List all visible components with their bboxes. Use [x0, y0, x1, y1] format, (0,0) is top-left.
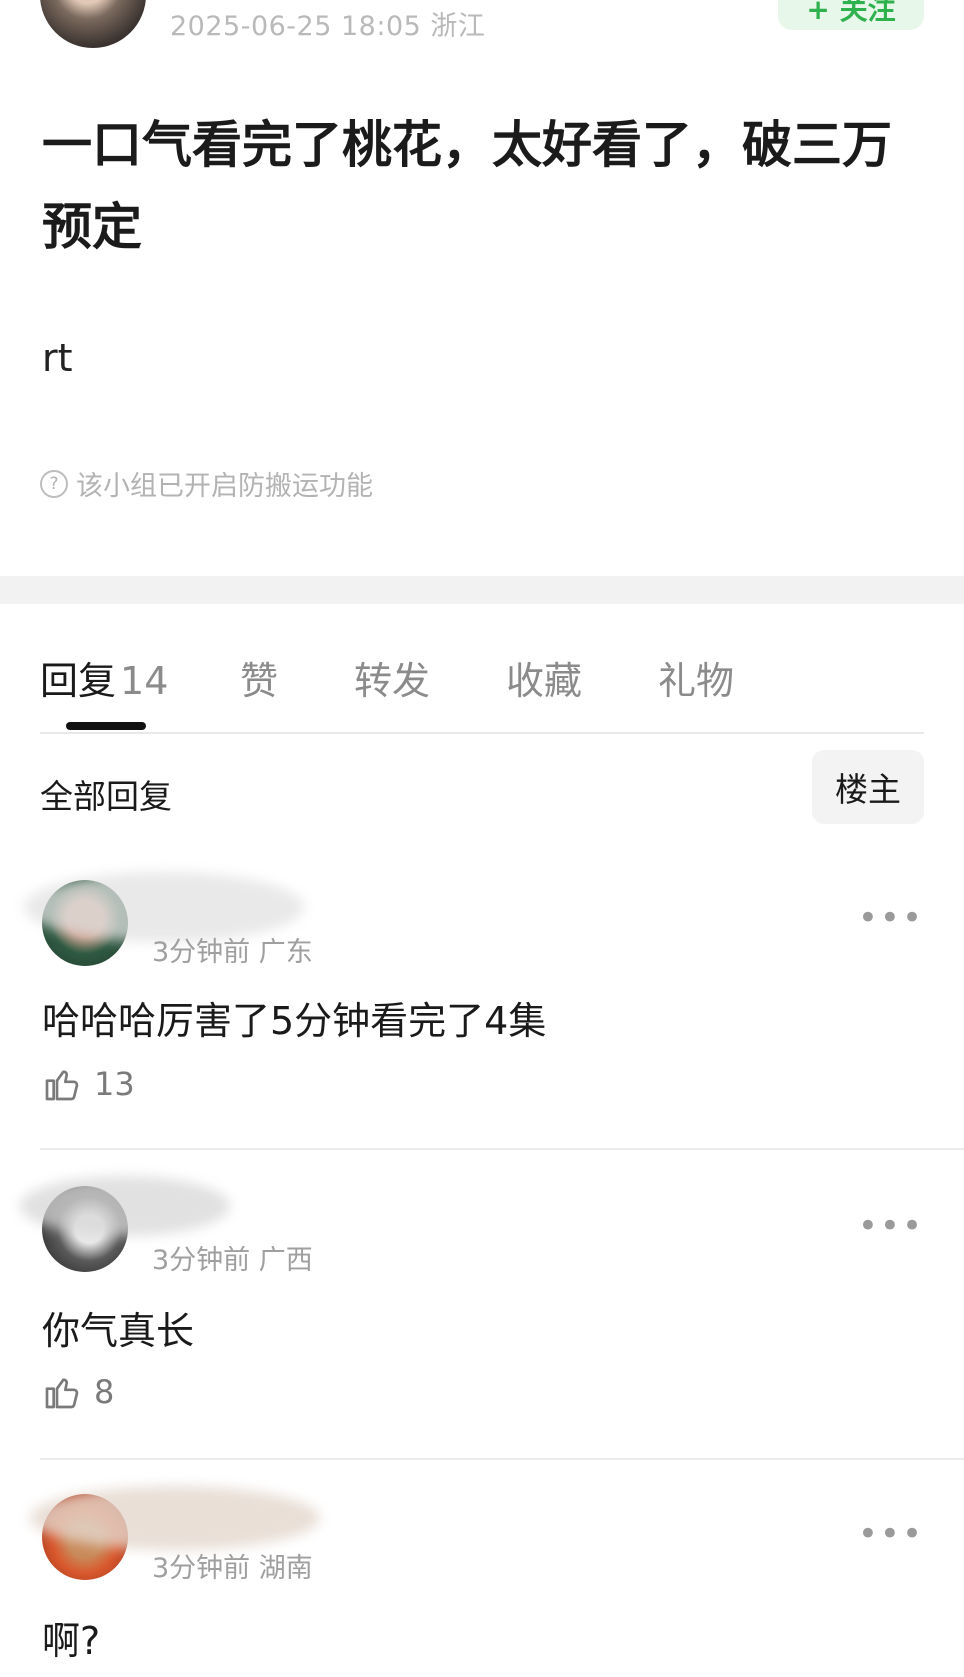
comment-text: 你气真长 [42, 1309, 195, 1353]
tab-replies-label: 回复 [40, 659, 117, 703]
follow-button[interactable]: + 关注 [778, 0, 924, 30]
comment-like-count: 13 [94, 1065, 135, 1103]
post-body: rt [42, 336, 73, 380]
tab-gift[interactable]: 礼物 [658, 650, 778, 705]
more-dots-icon[interactable]: ••• [858, 898, 924, 938]
tab-replies-count: 14 [120, 659, 169, 703]
post-tabs: 回复 14 赞 转发 收藏 礼物 [40, 650, 778, 705]
op-only-filter-button[interactable]: 楼主 [812, 750, 924, 824]
comment-text: 哈哈哈厉害了5分钟看完了4集 [42, 999, 547, 1043]
thumbs-up-icon [45, 1070, 79, 1101]
comment-separator [40, 1148, 964, 1150]
comment-text: 啊? [42, 1619, 101, 1663]
author-avatar[interactable] [40, 0, 146, 48]
blurred-username [30, 1486, 320, 1550]
anti-repost-notice[interactable]: ? 该小组已开启防搬运功能 [40, 464, 373, 503]
comment-time-location: 3分钟前 湖南 [152, 1553, 313, 1584]
comment-separator [40, 1458, 964, 1460]
more-dots-icon[interactable]: ••• [858, 1514, 924, 1554]
post-meta: 2025-06-25 18:05 浙江 [170, 11, 486, 42]
comment-like-button[interactable]: 13 [42, 1064, 135, 1104]
comment-time-location: 3分钟前 广东 [152, 937, 313, 968]
tab-repost[interactable]: 转发 [354, 650, 506, 705]
post-title: 一口气看完了桃花，太好看了，破三万预定 [42, 116, 892, 256]
blurred-username [20, 1176, 230, 1236]
tab-replies[interactable]: 回复 14 [40, 650, 240, 705]
section-divider [0, 576, 964, 604]
more-dots-icon[interactable]: ••• [858, 1206, 924, 1246]
tab-likes[interactable]: 赞 [240, 650, 354, 705]
tab-underline [40, 732, 924, 734]
help-circle-icon: ? [40, 469, 68, 498]
notice-text: 该小组已开启防搬运功能 [76, 471, 373, 502]
comment-like-count: 8 [94, 1373, 115, 1411]
comment-like-button[interactable]: 8 [42, 1372, 114, 1412]
all-replies-heading: 全部回复 [40, 777, 172, 816]
active-tab-indicator [66, 722, 146, 730]
thumbs-up-icon [45, 1378, 79, 1409]
tab-favorite[interactable]: 收藏 [506, 650, 658, 705]
comment-time-location: 3分钟前 广西 [152, 1245, 313, 1276]
